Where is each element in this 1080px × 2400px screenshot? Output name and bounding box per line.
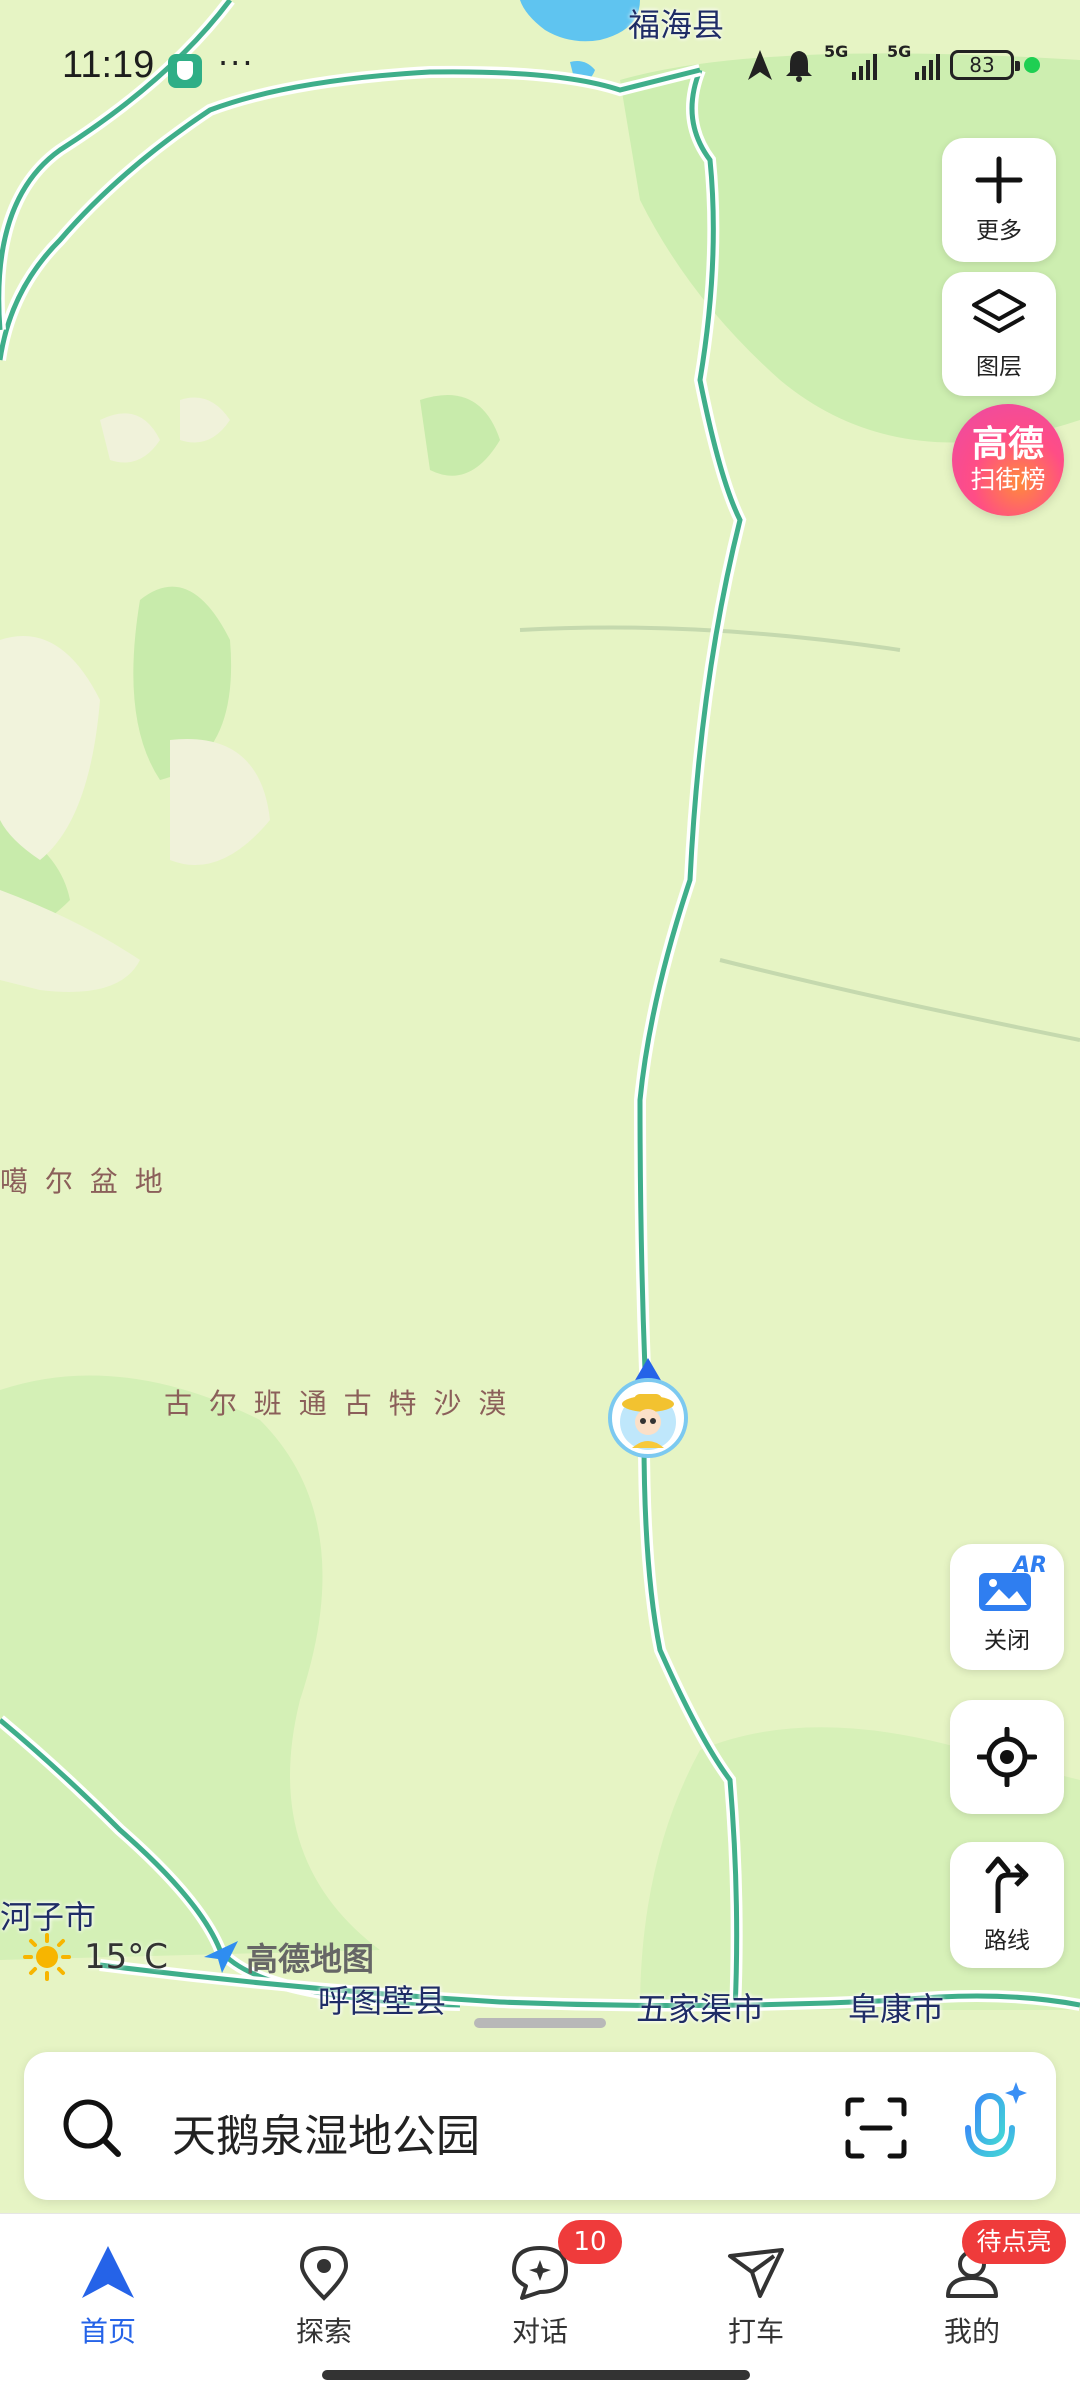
place-label-desert[interactable]: 古 尔 班 通 古 特 沙 漠 (164, 1382, 510, 1422)
tab-home[interactable]: 首页 (38, 2242, 178, 2350)
panel-drag-handle[interactable] (474, 2018, 606, 2028)
weather-widget[interactable]: 15°C (22, 1932, 168, 1982)
search-icon (63, 2099, 121, 2157)
locate-button[interactable] (950, 1700, 1064, 1814)
search-bar[interactable]: 天鹅泉湿地公园 (24, 2052, 1056, 2200)
tab-home-label: 首页 (79, 2315, 136, 2348)
location-pin-icon (299, 2245, 349, 2301)
taxi-icon (728, 2248, 784, 2298)
more-label: 更多 (976, 218, 1022, 244)
route-label: 路线 (984, 1928, 1030, 1954)
more-button[interactable]: 更多 (942, 138, 1056, 262)
tab-taxi[interactable]: 打车 (686, 2242, 826, 2350)
place-label-fukang[interactable]: 阜康市 (848, 1984, 944, 2030)
street-ranking-button[interactable]: 高德 扫街榜 (952, 404, 1064, 516)
weather-temperature: 15°C (84, 1937, 169, 1977)
plus-icon (975, 156, 1023, 204)
locate-crosshair-icon (977, 1727, 1037, 1787)
location-nav-icon (748, 50, 772, 80)
brand-label: 高德地图 (246, 1940, 375, 1978)
status-bar: 11:19 ··· 5G 5G 83 (0, 0, 1080, 130)
ar-icon: AR (975, 1553, 1047, 1615)
more-notifications-icon: ··· (218, 44, 255, 82)
layers-icon (972, 289, 1026, 333)
battery-icon: 83 (950, 50, 1020, 80)
amap-logo-icon (204, 1941, 238, 1973)
tab-mine-label: 我的 (943, 2315, 1000, 2348)
map-canvas[interactable] (0, 0, 1080, 2210)
sun-icon (23, 1933, 71, 1981)
search-input[interactable]: 天鹅泉湿地公园 (172, 2100, 480, 2164)
chat-unread-badge: 10 (558, 2220, 622, 2264)
privacy-indicator-icon (1024, 57, 1040, 73)
layers-label: 图层 (976, 354, 1022, 380)
place-label-basin[interactable]: 噶 尔 盆 地 (0, 1160, 167, 1200)
route-turn-icon (985, 1856, 1029, 1913)
security-shield-icon (168, 54, 202, 88)
place-label-fuhai[interactable]: 福海县 (628, 0, 724, 46)
street-ranking-title: 高德 (971, 424, 1044, 465)
layers-button[interactable]: 图层 (942, 272, 1056, 396)
status-icons: 5G 5G 83 (746, 42, 1040, 82)
place-label-wujiaqu[interactable]: 五家渠市 (636, 1984, 764, 2030)
mine-status-badge: 待点亮 (962, 2220, 1066, 2264)
scan-icon[interactable] (844, 2096, 908, 2160)
tab-explore[interactable]: 探索 (254, 2242, 394, 2350)
signal-icon: 5G (887, 42, 940, 80)
place-label-hutubi[interactable]: 呼图壁县 (318, 1976, 446, 2022)
voice-mic-icon[interactable] (954, 2078, 1034, 2174)
navigation-arrow-icon (82, 2246, 134, 2298)
ar-label: 关闭 (984, 1628, 1030, 1654)
tab-explore-label: 探索 (295, 2315, 352, 2348)
signal-icon: 5G (824, 42, 877, 80)
ar-tag: AR (1013, 1553, 1047, 1578)
bell-icon (786, 51, 812, 82)
tab-taxi-label: 打车 (727, 2315, 784, 2348)
status-time: 11:19 (62, 44, 155, 86)
amap-logo: 高德地图 (200, 1934, 374, 1980)
tab-chat-label: 对话 (511, 2315, 568, 2348)
home-indicator[interactable] (322, 2370, 750, 2380)
route-button[interactable]: 路线 (950, 1842, 1064, 1968)
ar-button[interactable]: AR 关闭 (950, 1544, 1064, 1670)
street-ranking-subtitle: 扫街榜 (970, 465, 1046, 494)
